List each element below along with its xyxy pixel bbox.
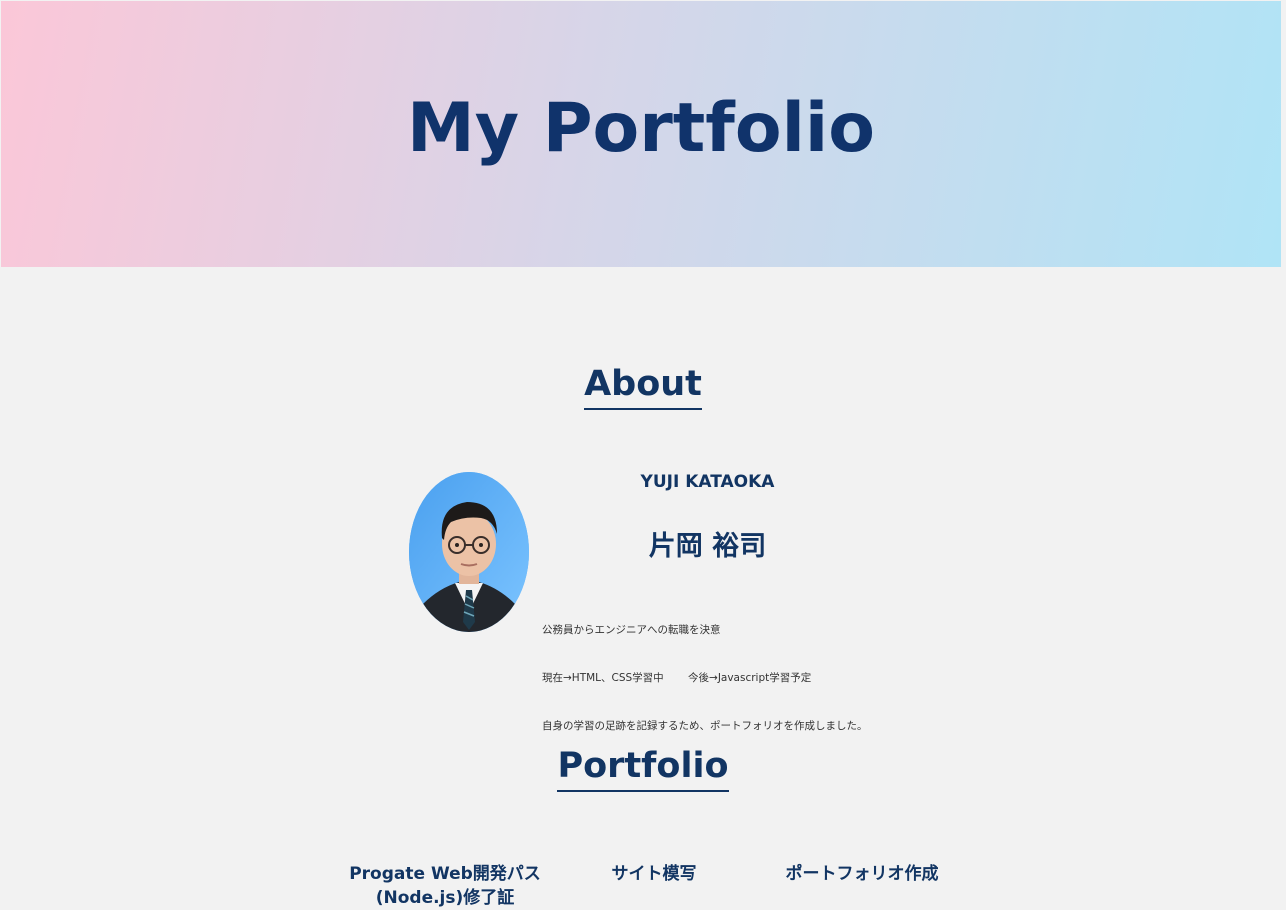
page-title: My Portfolio: [407, 88, 875, 168]
bio-line: 現在→HTML、CSS学習中 今後→Javascript学習予定: [542, 672, 812, 684]
portfolio-item-progate[interactable]: Progate Web開発パス (Node.js)修了証: [345, 862, 545, 910]
bio-line: 自身の学習の足跡を記録するため、ポートフォリオを作成しました。: [542, 720, 868, 732]
name-english: YUJI KATAOKA: [640, 472, 775, 492]
about-heading-text: About: [584, 364, 702, 410]
bio-line: 公務員からエンジニアへの転職を決意: [542, 624, 721, 636]
profile-photo-image: [409, 472, 529, 632]
portfolio-heading: Portfolio: [0, 746, 1286, 792]
profile-photo: [409, 472, 529, 632]
portfolio-heading-text: Portfolio: [557, 746, 729, 792]
portfolio-item-site-copy[interactable]: サイト模写: [594, 862, 714, 886]
bio-text: 公務員からエンジニアへの転職を決意 現在→HTML、CSS学習中 今後→Java…: [542, 590, 868, 766]
about-heading: About: [0, 364, 1286, 410]
hero-banner: My Portfolio: [1, 1, 1281, 267]
portfolio-list: Progate Web開発パス (Node.js)修了証 サイト模写 ポートフォ…: [0, 862, 1286, 908]
name-japanese: 片岡 裕司: [648, 531, 767, 562]
portfolio-item-portfolio[interactable]: ポートフォリオ作成: [772, 862, 952, 886]
